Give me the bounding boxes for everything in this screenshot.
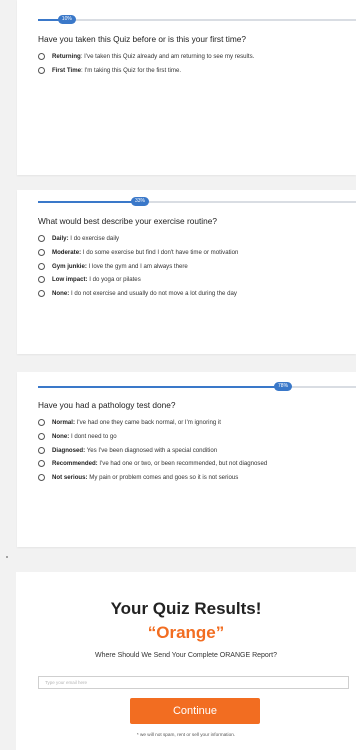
progress-fill	[38, 201, 143, 203]
answer-option[interactable]: Diagnosed: Yes I've been diagnosed with …	[38, 443, 348, 457]
radio-button[interactable]	[38, 67, 45, 75]
radio-button[interactable]	[38, 276, 45, 284]
option-label: Normal: I've had one they came back norm…	[52, 419, 221, 426]
answer-option[interactable]: Normal: I've had one they came back norm…	[38, 416, 348, 430]
result-color-name: “Orange”	[147, 623, 225, 642]
option-label: Daily: I do exercise daily	[52, 235, 119, 242]
option-label: First Time: I'm taking this Quiz for the…	[52, 67, 181, 74]
option-description: I dont need to go	[69, 433, 117, 441]
option-description: I do yoga or pilates	[87, 276, 141, 284]
answer-option[interactable]: First Time: I'm taking this Quiz for the…	[38, 64, 348, 78]
quiz-card-3: 78% Have you had a pathology test done? …	[17, 372, 356, 547]
radio-button[interactable]	[38, 249, 45, 257]
option-title: None:	[52, 290, 70, 298]
option-description: I've had one or two, or been recommended…	[97, 460, 268, 468]
question-text: What would best describe your exercise r…	[38, 216, 217, 226]
progress-label: 78%	[274, 382, 293, 391]
results-card: Your Quiz Results! “Orange” Where Should…	[16, 572, 356, 750]
results-title: Your Quiz Results!	[110, 599, 262, 618]
option-label: Recommended: I've had one or two, or bee…	[52, 460, 267, 467]
answer-option[interactable]: None: I dont need to go	[38, 430, 348, 444]
radio-button[interactable]	[38, 262, 45, 270]
option-title: First Time	[52, 67, 82, 75]
quiz-card-1: 10% Have you taken this Quiz before or i…	[17, 0, 356, 175]
option-label: Moderate: I do some exercise but find I …	[52, 249, 238, 256]
progress-label: 10%	[57, 15, 76, 24]
quiz-card-2: 33% What would best describe your exerci…	[17, 190, 356, 354]
radio-button[interactable]	[38, 290, 45, 298]
radio-button[interactable]	[38, 446, 45, 454]
option-description: I love the gym and I am always there	[86, 262, 188, 270]
progress-label: 33%	[130, 197, 149, 206]
option-title: Returning	[52, 53, 81, 61]
option-description: I've had one they came back normal, or I…	[75, 419, 221, 427]
answer-option[interactable]: Low impact: I do yoga or pilates	[38, 273, 348, 287]
option-label: Not serious: My pain or problem comes an…	[52, 474, 238, 481]
progress-bar: 78%	[38, 382, 356, 391]
option-description: I do exercise daily	[68, 235, 120, 243]
answer-option[interactable]: Daily: I do exercise daily	[38, 232, 348, 246]
option-title: Not serious:	[52, 474, 88, 482]
option-title: None:	[52, 433, 70, 441]
option-label: Returning: I've taken this Quiz already …	[52, 53, 254, 60]
radio-button[interactable]	[38, 419, 45, 427]
option-description: I do some exercise but find I don't have…	[81, 249, 239, 257]
option-title: Recommended:	[52, 460, 98, 468]
disclaimer-text: * we will not spam, rent or sell your in…	[136, 732, 236, 737]
answer-option[interactable]: Returning: I've taken this Quiz already …	[38, 50, 348, 64]
radio-button[interactable]	[38, 474, 45, 482]
options-list: Daily: I do exercise daily Moderate: I do…	[38, 232, 348, 300]
options-list: Returning: I've taken this Quiz already …	[38, 50, 348, 77]
option-description: My pain or problem comes and goes so it …	[87, 474, 239, 482]
progress-bar: 33%	[38, 197, 356, 206]
results-subtitle: Where Should We Send Your Complete ORANG…	[95, 652, 277, 659]
option-title: Moderate:	[52, 249, 82, 257]
option-title: Low impact:	[52, 276, 88, 284]
option-description: : I've taken this Quiz already and am re…	[80, 53, 255, 61]
radio-button[interactable]	[38, 235, 45, 243]
option-label: Low impact: I do yoga or pilates	[52, 276, 141, 283]
option-title: Daily:	[52, 235, 69, 243]
question-text: Have you taken this Quiz before or is th…	[38, 34, 246, 44]
option-label: None: I do not exercise and usually do n…	[52, 290, 237, 297]
option-description: : I'm taking this Quiz for the first tim…	[81, 67, 182, 75]
email-input[interactable]	[38, 676, 349, 689]
option-label: None: I dont need to go	[52, 433, 117, 440]
radio-button[interactable]	[38, 433, 45, 441]
radio-button[interactable]	[38, 53, 45, 61]
options-list: Normal: I've had one they came back norm…	[38, 416, 348, 484]
answer-option[interactable]: Not serious: My pain or problem comes an…	[38, 471, 348, 485]
continue-button[interactable]: Continue	[130, 698, 260, 724]
progress-bar: 10%	[38, 15, 356, 24]
answer-option[interactable]: Gym junkie: I love the gym and I am alwa…	[38, 259, 348, 273]
question-text: Have you had a pathology test done?	[38, 400, 176, 410]
radio-button[interactable]	[38, 460, 45, 468]
option-description: Yes I've been diagnosed with a special c…	[85, 446, 218, 454]
progress-fill	[38, 386, 287, 388]
separator-dot	[6, 556, 8, 558]
answer-option[interactable]: None: I do not exercise and usually do n…	[38, 287, 348, 301]
option-title: Gym junkie:	[52, 262, 87, 270]
option-description: I do not exercise and usually do not mov…	[69, 290, 237, 298]
answer-option[interactable]: Moderate: I do some exercise but find I …	[38, 246, 348, 260]
option-title: Diagnosed:	[52, 446, 86, 454]
answer-option[interactable]: Recommended: I've had one or two, or bee…	[38, 457, 348, 471]
option-label: Gym junkie: I love the gym and I am alwa…	[52, 263, 188, 270]
option-label: Diagnosed: Yes I've been diagnosed with …	[52, 447, 217, 454]
option-title: Normal:	[52, 419, 76, 427]
